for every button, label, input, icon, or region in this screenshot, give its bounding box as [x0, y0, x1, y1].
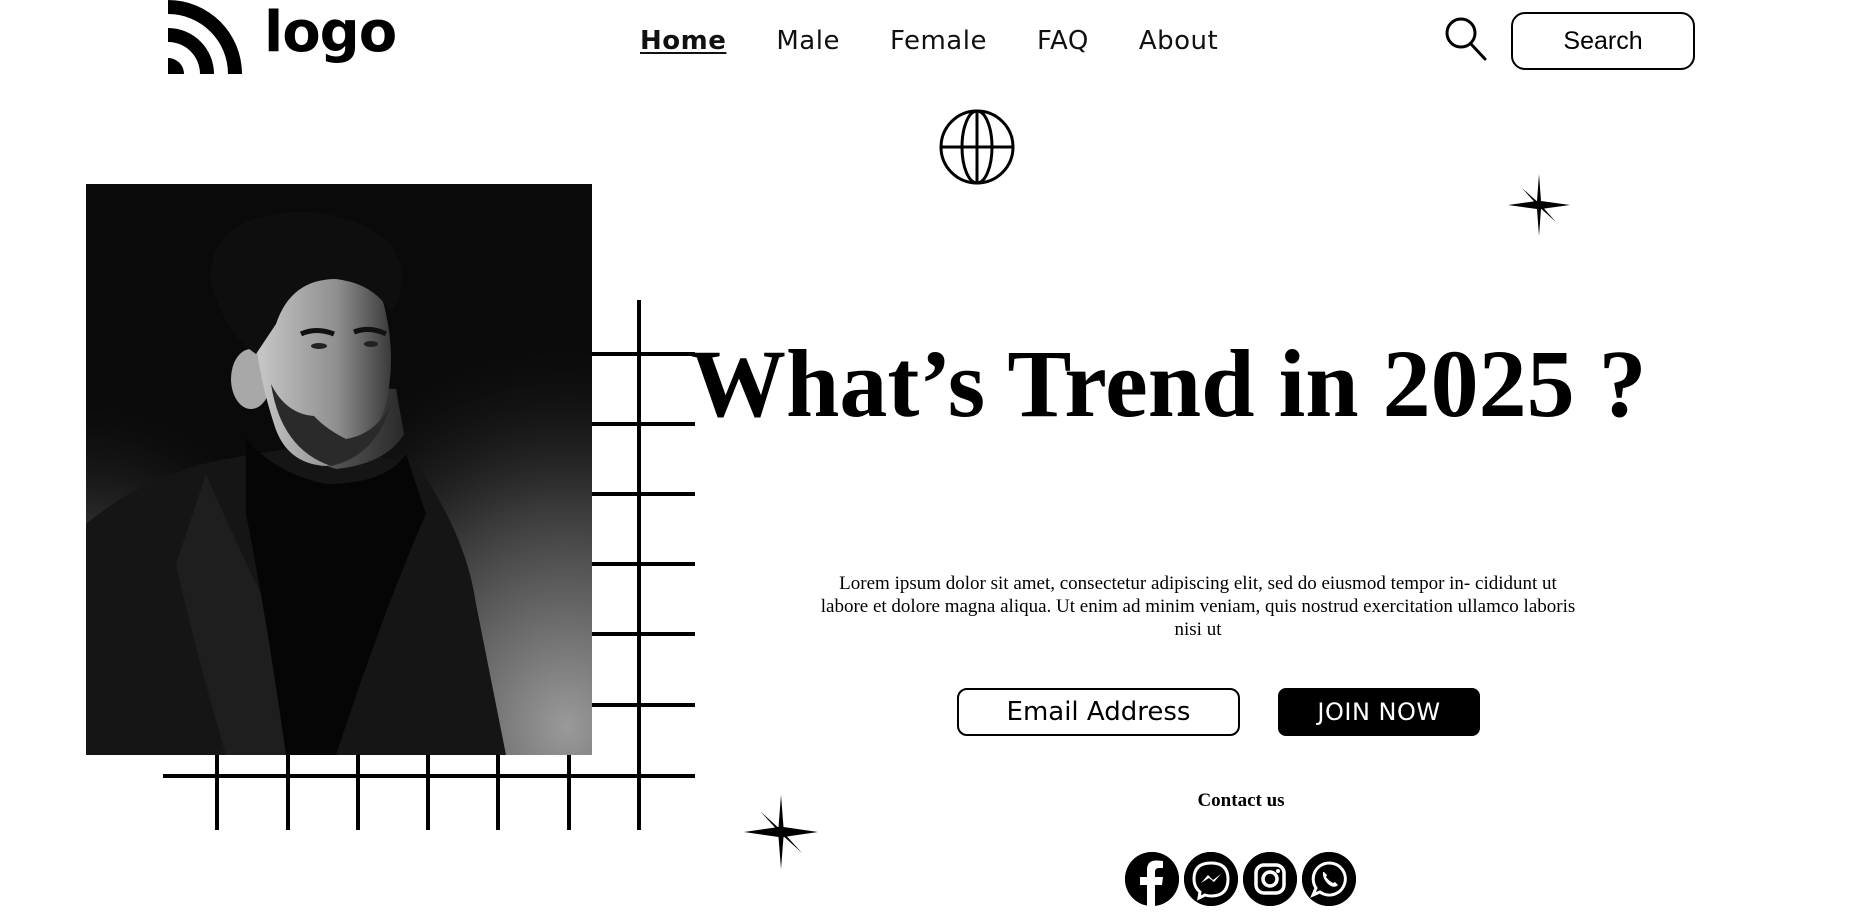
nav-item-home[interactable]: Home — [640, 24, 726, 58]
email-field[interactable] — [957, 688, 1240, 736]
nav-item-about[interactable]: About — [1139, 24, 1218, 58]
search-button[interactable]: Search — [1511, 12, 1695, 70]
model-portrait-image — [86, 184, 592, 755]
hero-title: What’s Trend in 2025 ? — [690, 330, 1647, 437]
hero-description: Lorem ipsum dolor sit amet, consectetur … — [820, 573, 1576, 640]
whatsapp-icon[interactable] — [1302, 852, 1356, 906]
nav-item-male[interactable]: Male — [776, 24, 840, 58]
join-now-button[interactable]: JOIN NOW — [1278, 688, 1480, 736]
nav-item-female[interactable]: Female — [890, 24, 987, 58]
sparkle-icon — [744, 795, 818, 869]
globe-icon — [939, 109, 1015, 185]
instagram-icon[interactable] — [1243, 852, 1297, 906]
search-icon[interactable] — [1444, 16, 1488, 62]
sparkle-icon — [1508, 174, 1570, 236]
messenger-icon[interactable] — [1184, 852, 1238, 906]
main-nav: Home Male Female FAQ About — [640, 24, 1268, 58]
social-links — [1125, 852, 1356, 906]
contact-title: Contact us — [1197, 790, 1285, 811]
signal-waves-icon — [168, 0, 242, 74]
logo[interactable]: logo — [168, 0, 397, 74]
nav-item-faq[interactable]: FAQ — [1037, 24, 1089, 58]
facebook-icon[interactable] — [1125, 852, 1179, 906]
logo-text: logo — [264, 0, 397, 65]
